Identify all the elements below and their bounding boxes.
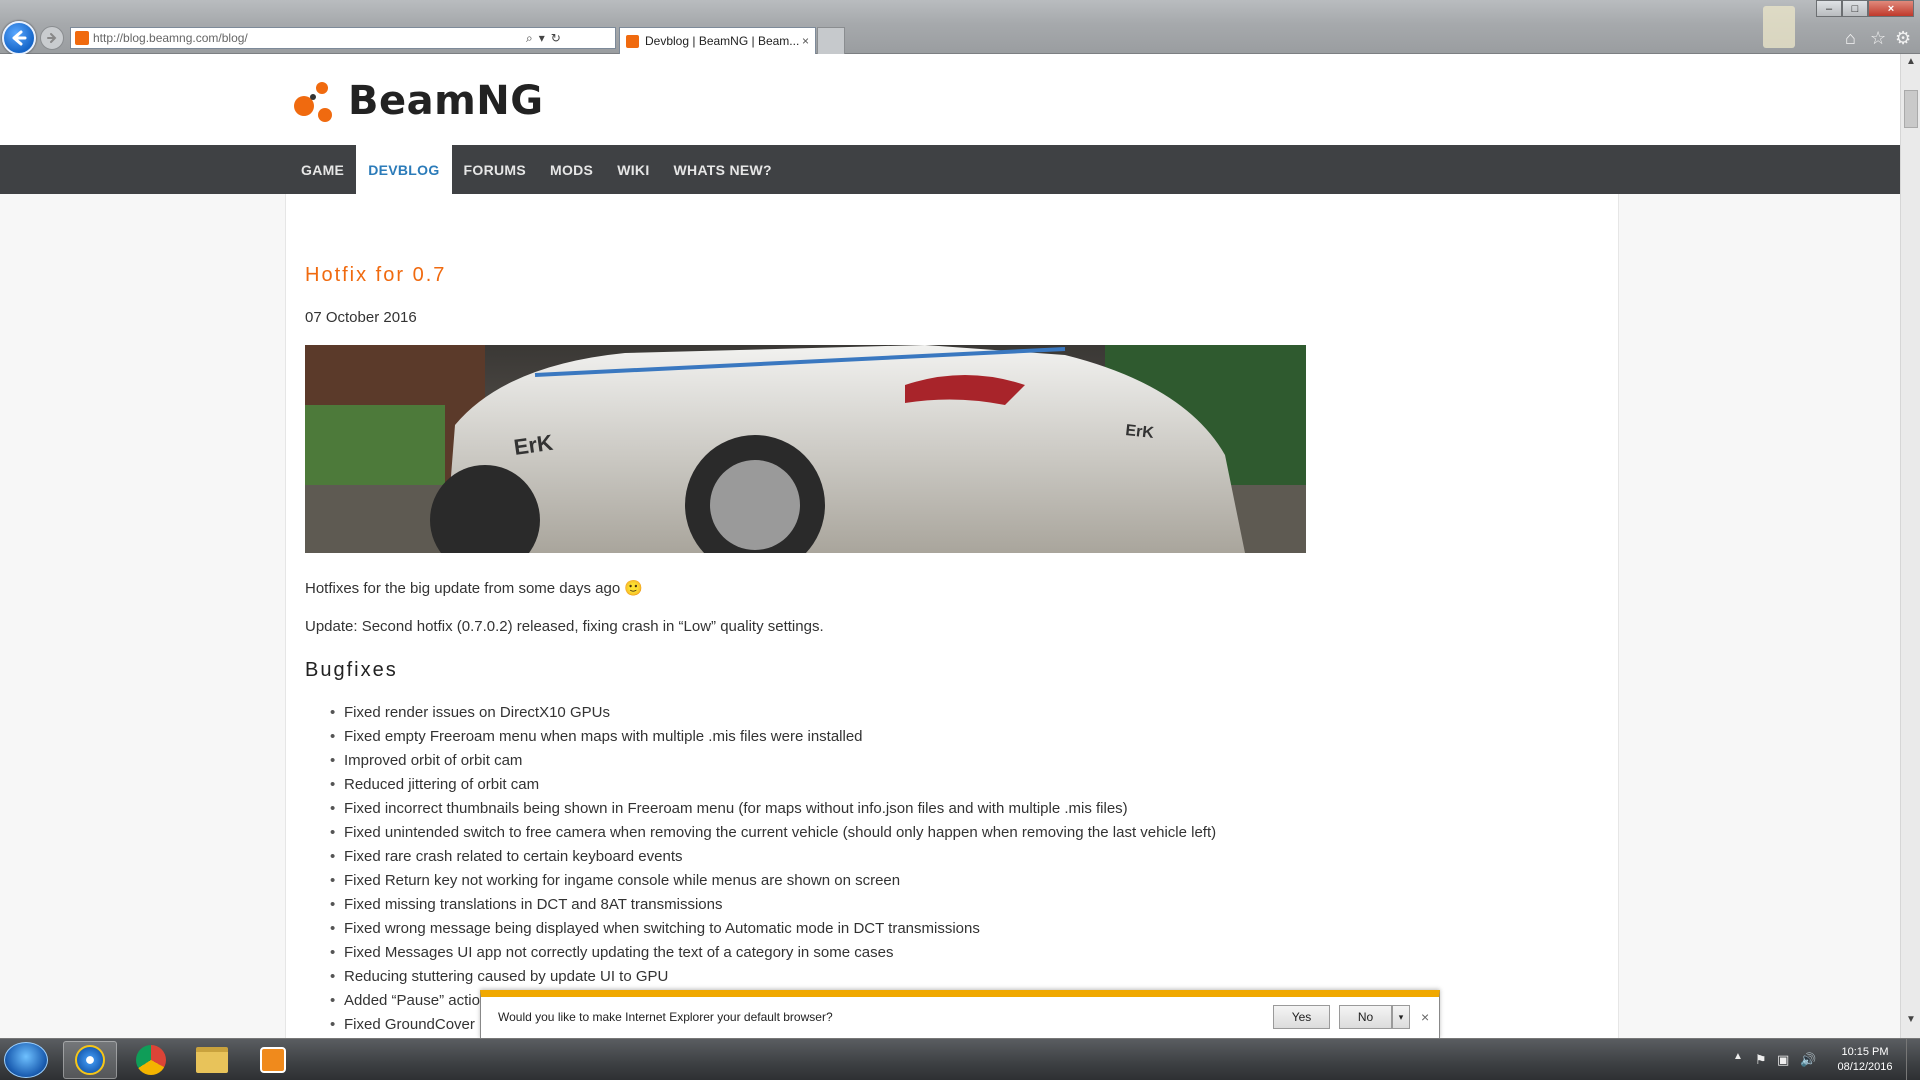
main-nav: GAME DEVBLOG FORUMS MODS WIKI WHATS NEW? [0,145,1900,194]
list-item: Fixed missing translations in DCT and 8A… [330,895,1216,919]
vertical-scrollbar[interactable]: ▲ ▼ [1900,54,1920,1038]
chrome-icon [136,1045,166,1075]
tab-devblog[interactable]: Devblog | BeamNG | Beam... × [619,27,816,54]
nav-wiki[interactable]: WIKI [605,145,661,194]
taskbar-chrome[interactable] [124,1041,178,1079]
volume-icon[interactable]: 🔊 [1800,1052,1816,1068]
taskbar-internet-explorer[interactable] [63,1041,117,1079]
list-item: Reducing stuttering caused by update UI … [330,967,1216,991]
taskbar-media-player[interactable] [246,1041,300,1079]
search-icon[interactable]: ⌕ [526,31,533,46]
car-illustration: ErK ErK [305,345,1306,553]
list-item: Fixed wrong message being displayed when… [330,919,1216,943]
nav-game[interactable]: GAME [289,145,356,194]
yes-button[interactable]: Yes [1273,1005,1330,1029]
bugfixes-heading: Bugfixes [305,659,398,681]
logo-text: BeamNG [348,78,544,124]
nav-whats-new[interactable]: WHATS NEW? [662,145,784,194]
tab-favicon-icon [626,34,639,48]
post-date: 07 October 2016 [305,309,417,326]
close-icon[interactable]: × [1421,1009,1429,1025]
site-favicon-icon [75,31,89,45]
chevron-down-icon[interactable]: ▾ [539,31,545,45]
taskbar-file-explorer[interactable] [185,1041,239,1079]
clock-date: 08/12/2016 [1837,1061,1893,1073]
close-window-button[interactable]: × [1868,0,1914,17]
site-logo[interactable]: BeamNG [294,78,544,124]
default-browser-notification: Would you like to make Internet Explorer… [480,990,1440,1039]
site-header: BeamNG [0,54,1900,145]
back-button[interactable] [2,21,36,55]
post-title[interactable]: Hotfix for 0.7 [305,264,446,287]
clock-time: 10:15 PM [1841,1046,1889,1058]
desktop-background-fragment [1763,6,1795,48]
scroll-up-icon[interactable]: ▲ [1901,56,1920,72]
nav-forums[interactable]: FORUMS [452,145,538,194]
gear-icon[interactable]: ⚙ [1895,28,1911,49]
notification-message: Would you like to make Internet Explorer… [498,1010,833,1024]
svg-text:ErK: ErK [1125,422,1156,442]
folder-icon [196,1047,228,1073]
list-item: Fixed render issues on DirectX10 GPUs [330,703,1216,727]
action-center-flag-icon[interactable]: ⚑ [1755,1052,1767,1068]
post-hero-image: ErK ErK [305,345,1306,553]
close-tab-icon[interactable]: × [802,34,809,48]
no-button[interactable]: No [1339,1005,1392,1029]
start-button[interactable] [4,1042,48,1078]
favorites-icon[interactable]: ☆ [1870,28,1886,49]
url-input[interactable] [93,31,523,45]
tab-title: Devblog | BeamNG | Beam... [645,34,800,48]
nav-mods[interactable]: MODS [538,145,605,194]
post-update-note: Update: Second hotfix (0.7.0.2) released… [305,618,824,635]
bugfix-list: Fixed render issues on DirectX10 GPUs Fi… [330,703,1216,1038]
arrow-right-icon [47,33,57,43]
post-content: Hotfix for 0.7 07 October 2016 ErK ErK H… [285,194,1619,1038]
browser-toolbar: ⌕ ▾ ↻ Devblog | BeamNG | Beam... × – □ ×… [0,0,1920,55]
list-item: Fixed Messages UI app not correctly upda… [330,943,1216,967]
internet-explorer-icon [75,1045,105,1075]
list-item: Reduced jittering of orbit cam [330,775,1216,799]
no-options-dropdown[interactable]: ▾ [1392,1005,1410,1029]
refresh-icon[interactable]: ↻ [551,31,561,45]
scroll-down-icon[interactable]: ▼ [1901,1014,1920,1030]
nav-devblog[interactable]: DEVBLOG [356,145,452,194]
list-item: Fixed empty Freeroam menu when maps with… [330,727,1216,751]
beamng-logo-icon [294,80,336,122]
show-desktop-button[interactable] [1906,1039,1920,1080]
post-intro: Hotfixes for the big update from some da… [305,580,644,597]
windows-taskbar: ▲ ⚑ ▣ 🔊 10:15 PM 08/12/2016 [0,1038,1920,1080]
minimize-button[interactable]: – [1816,0,1842,17]
system-clock[interactable]: 10:15 PM 08/12/2016 [1830,1045,1900,1075]
list-item: Fixed unintended switch to free camera w… [330,823,1216,847]
arrow-left-icon [12,30,27,46]
network-icon[interactable]: ▣ [1777,1052,1789,1068]
list-item: Fixed Return key not working for ingame … [330,871,1216,895]
address-bar[interactable]: ⌕ ▾ ↻ [70,27,616,49]
maximize-button[interactable]: □ [1842,0,1868,17]
web-page: BeamNG GAME DEVBLOG FORUMS MODS WIKI WHA… [0,54,1900,1038]
media-player-icon [260,1047,286,1073]
list-item: Fixed incorrect thumbnails being shown i… [330,799,1216,823]
list-item: Improved orbit of orbit cam [330,751,1216,775]
list-item: Fixed rare crash related to certain keyb… [330,847,1216,871]
home-icon[interactable]: ⌂ [1845,28,1856,49]
forward-button[interactable] [40,26,64,50]
new-tab-button[interactable] [817,27,845,54]
scroll-thumb[interactable] [1904,90,1918,128]
show-hidden-icons-icon[interactable]: ▲ [1733,1051,1743,1062]
